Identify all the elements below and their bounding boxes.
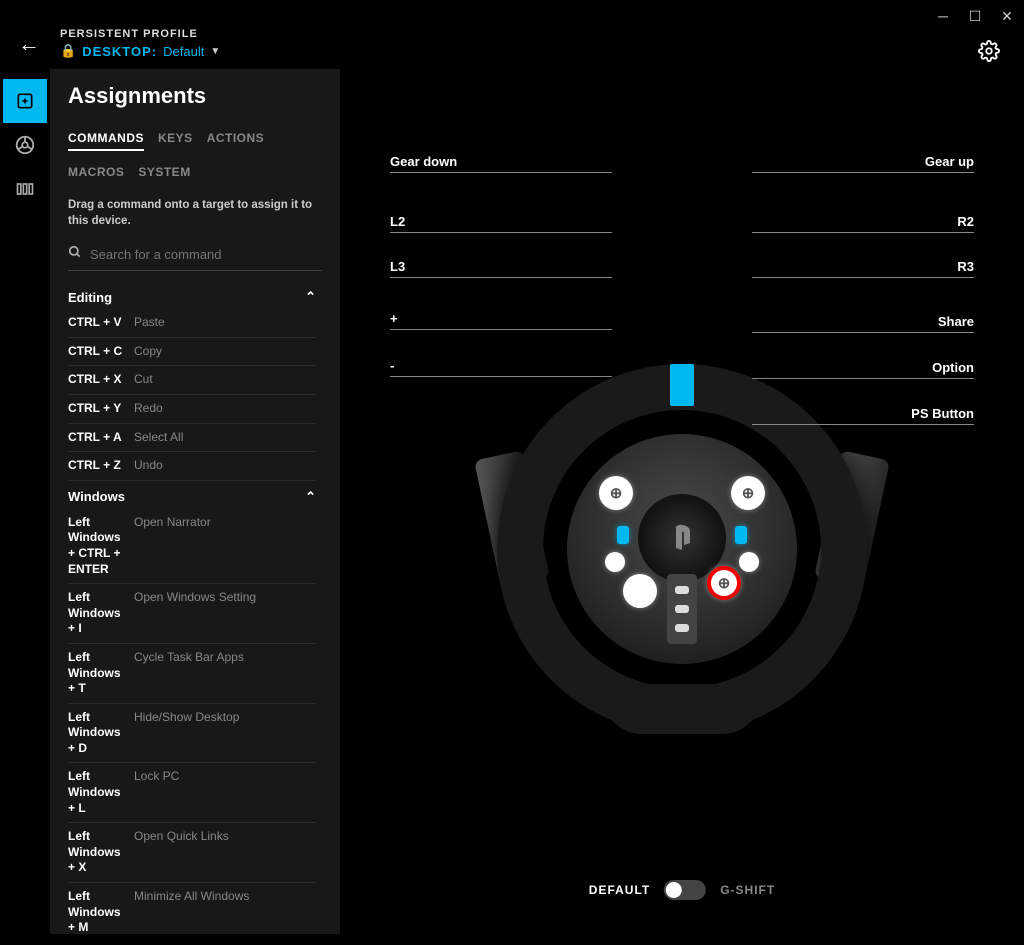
command-item[interactable]: CTRL + Z Undo — [68, 452, 316, 481]
command-item[interactable]: CTRL + C Copy — [68, 338, 316, 367]
search-icon — [68, 245, 82, 264]
wheel-label-share[interactable]: Share — [938, 314, 974, 329]
sidebar-panel: Assignments COMMANDS KEYS ACTIONS MACROS SYS… — [50, 69, 340, 934]
command-key: Left Windows + L — [68, 769, 126, 816]
tab-system[interactable]: SYSTEM — [138, 165, 190, 183]
close-button[interactable]: ✕ — [1000, 8, 1014, 25]
command-desc: Select All — [134, 430, 183, 446]
command-key: CTRL + V — [68, 315, 126, 331]
maximize-button[interactable]: ☐ — [968, 8, 982, 25]
command-key: Left Windows + CTRL + ENTER — [68, 515, 126, 577]
wheel-label-ps-button[interactable]: PS Button — [911, 406, 974, 421]
wheel-label-r3[interactable]: R3 — [957, 259, 974, 274]
command-desc: Copy — [134, 344, 162, 360]
wheel-label-gear-down[interactable]: Gear down — [390, 154, 457, 169]
wheel-label--[interactable]: - — [390, 358, 394, 373]
command-key: Left Windows + I — [68, 590, 126, 637]
back-button[interactable]: ← — [18, 31, 40, 57]
rail-assignments[interactable] — [3, 79, 47, 123]
search-input[interactable] — [90, 247, 322, 262]
wheel-label-+[interactable]: + — [390, 311, 398, 326]
wheel-labels-layer: Gear down L2 L3 + - Gear up R2 R3 Share Option PS … — [340, 69, 1024, 934]
command-item[interactable]: Left Windows + L Lock PC — [68, 763, 316, 823]
command-item[interactable]: Left Windows + T Cycle Task Bar Apps — [68, 644, 316, 704]
wheel-label-r2[interactable]: R2 — [957, 214, 974, 229]
command-item[interactable]: Left Windows + CTRL + ENTER Open Narrator — [68, 509, 316, 584]
tab-keys[interactable]: KEYS — [158, 131, 193, 151]
mode-gshift-label[interactable]: G-SHIFT — [720, 883, 775, 897]
tab-commands[interactable]: COMMANDS — [68, 131, 144, 151]
command-list[interactable]: Editing⌃CTRL + VPasteCTRL + CCopyCTRL + … — [68, 281, 322, 934]
tab-macros[interactable]: MACROS — [68, 165, 124, 183]
instructions-text: Drag a command onto a target to assign i… — [68, 197, 322, 229]
settings-button[interactable] — [978, 40, 1000, 67]
command-item[interactable]: Left Windows + M Minimize All Windows — [68, 883, 316, 934]
wheel-label-gear-up[interactable]: Gear up — [925, 154, 974, 169]
mode-default-label[interactable]: DEFAULT — [589, 883, 650, 897]
command-desc: Open Windows Setting — [134, 590, 256, 606]
command-desc: Cycle Task Bar Apps — [134, 650, 244, 666]
command-key: Left Windows + X — [68, 829, 126, 876]
mode-switch[interactable] — [664, 880, 706, 900]
rail-wheel[interactable] — [3, 123, 47, 167]
command-key: CTRL + A — [68, 430, 126, 446]
command-item[interactable]: Left Windows + I Open Windows Setting — [68, 584, 316, 644]
group-header-editing[interactable]: Editing⌃ — [68, 289, 316, 305]
command-desc: Undo — [134, 458, 163, 474]
command-desc: Open Narrator — [134, 515, 211, 531]
wheel-label-l2[interactable]: L2 — [390, 214, 405, 229]
wheel-label-l3[interactable]: L3 — [390, 259, 405, 274]
chevron-down-icon: ▼ — [210, 46, 220, 57]
group-header-windows[interactable]: Windows⌃ — [68, 489, 316, 505]
mode-toggle: DEFAULT G-SHIFT — [589, 880, 775, 900]
page-title: Assignments — [68, 83, 322, 109]
command-key: CTRL + X — [68, 372, 126, 388]
lock-icon: 🔒 — [60, 43, 76, 59]
header: ← PERSISTENT PROFILE 🔒 DESKTOP: Default … — [0, 0, 1024, 69]
command-desc: Open Quick Links — [134, 829, 229, 845]
tab-actions[interactable]: ACTIONS — [207, 131, 265, 151]
command-item[interactable]: CTRL + Y Redo — [68, 395, 316, 424]
command-item[interactable]: CTRL + X Cut — [68, 366, 316, 395]
command-item[interactable]: CTRL + V Paste — [68, 309, 316, 338]
command-desc: Hide/Show Desktop — [134, 710, 239, 726]
command-key: Left Windows + M — [68, 889, 126, 934]
minimize-button[interactable]: ─ — [936, 8, 950, 25]
command-desc: Paste — [134, 315, 165, 331]
persistent-label: PERSISTENT PROFILE — [60, 28, 220, 40]
command-desc: Lock PC — [134, 769, 179, 785]
rail-pedals[interactable] — [3, 167, 47, 211]
chevron-up-icon: ⌃ — [305, 289, 316, 305]
wheel-label-option[interactable]: Option — [932, 360, 974, 375]
command-desc: Cut — [134, 372, 153, 388]
command-item[interactable]: Left Windows + D Hide/Show Desktop — [68, 704, 316, 764]
command-desc: Minimize All Windows — [134, 889, 249, 905]
command-item[interactable]: CTRL + A Select All — [68, 424, 316, 453]
command-item[interactable]: Left Windows + X Open Quick Links — [68, 823, 316, 883]
command-key: CTRL + Y — [68, 401, 126, 417]
chevron-up-icon: ⌃ — [305, 489, 316, 505]
command-key: Left Windows + D — [68, 710, 126, 757]
command-key: Left Windows + T — [68, 650, 126, 697]
icon-rail — [0, 69, 50, 934]
window-controls: ─ ☐ ✕ — [936, 8, 1014, 25]
profile-selector[interactable]: 🔒 DESKTOP: Default ▼ — [60, 43, 220, 59]
command-desc: Redo — [134, 401, 163, 417]
tab-row: COMMANDS KEYS ACTIONS MACROS SYSTEM — [68, 131, 322, 183]
command-key: CTRL + C — [68, 344, 126, 360]
command-key: CTRL + Z — [68, 458, 126, 474]
search-row — [68, 241, 322, 271]
device-view: ⊕ ⊕ ⊕ Gear downL2L3+-Gear upR2R3ShareOpt… — [340, 69, 1024, 934]
